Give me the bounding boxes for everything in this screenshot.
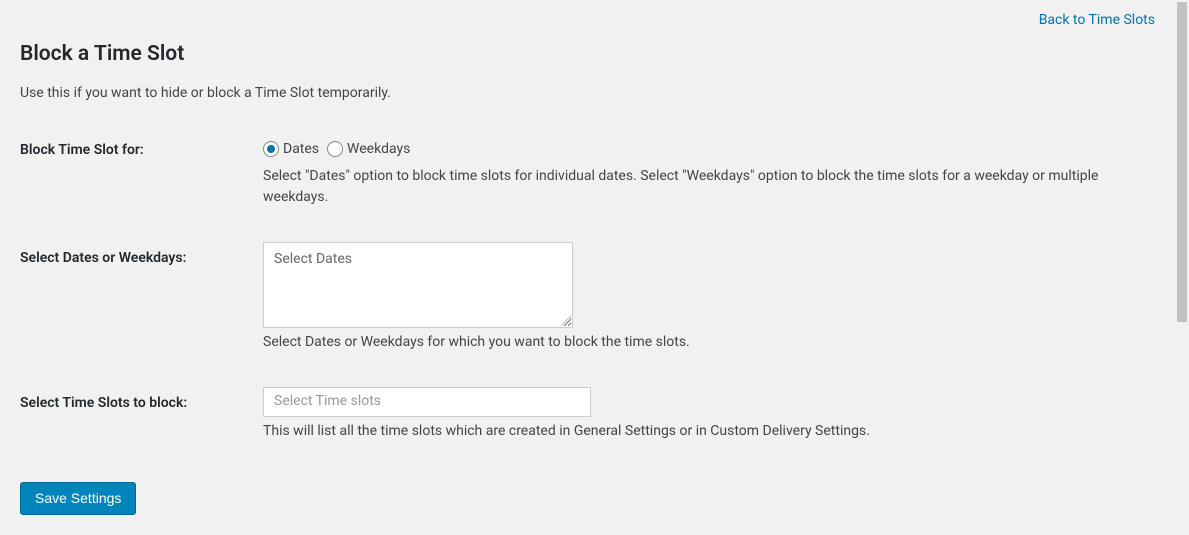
- select-time-slots-input[interactable]: Select Time slots: [263, 387, 591, 417]
- radio-item-weekdays[interactable]: Weekdays: [327, 139, 410, 160]
- page-description: Use this if you want to hide or block a …: [20, 83, 1155, 104]
- select-dates-hint: Select Dates or Weekdays for which you w…: [263, 332, 1143, 353]
- select-dates-input[interactable]: Select Dates: [263, 242, 573, 328]
- block-for-hint: Select "Dates" option to block time slot…: [263, 166, 1143, 208]
- radio-item-dates[interactable]: Dates: [263, 139, 319, 160]
- label-col: Select Time Slots to block:: [20, 387, 263, 414]
- radio-weekdays-icon: [327, 141, 343, 157]
- label-col: Select Dates or Weekdays:: [20, 242, 263, 269]
- row-block-time-slot-for: Block Time Slot for: Dates Weekdays Sele…: [20, 134, 1155, 208]
- scrollbar-thumb[interactable]: [1177, 2, 1187, 322]
- field-col: Select Time slots This will list all the…: [263, 387, 1155, 442]
- back-to-time-slots-link[interactable]: Back to Time Slots: [1039, 12, 1155, 28]
- select-time-slots-label: Select Time Slots to block:: [20, 395, 187, 411]
- select-time-slots-placeholder: Select Time slots: [274, 391, 381, 412]
- block-for-label: Block Time Slot for:: [20, 142, 144, 158]
- radio-dates-icon: [263, 141, 279, 157]
- field-col: Dates Weekdays Select "Dates" option to …: [263, 134, 1155, 208]
- select-dates-label: Select Dates or Weekdays:: [20, 250, 186, 266]
- page-title: Block a Time Slot: [20, 39, 1155, 71]
- label-col: Block Time Slot for:: [20, 134, 263, 161]
- scrollbar-track[interactable]: [1175, 0, 1189, 508]
- resize-handle-icon: [559, 314, 571, 326]
- save-settings-button[interactable]: Save Settings: [20, 482, 136, 516]
- radio-weekdays-label: Weekdays: [347, 139, 410, 160]
- select-dates-placeholder: Select Dates: [274, 251, 352, 267]
- row-select-time-slots: Select Time Slots to block: Select Time …: [20, 387, 1155, 442]
- select-time-slots-hint: This will list all the time slots which …: [263, 421, 1143, 442]
- block-for-radio-group: Dates Weekdays: [263, 139, 1155, 160]
- top-link-container: Back to Time Slots: [20, 10, 1155, 31]
- field-col: Select Dates Select Dates or Weekdays fo…: [263, 242, 1155, 353]
- radio-dates-label: Dates: [283, 139, 319, 160]
- row-select-dates: Select Dates or Weekdays: Select Dates S…: [20, 242, 1155, 353]
